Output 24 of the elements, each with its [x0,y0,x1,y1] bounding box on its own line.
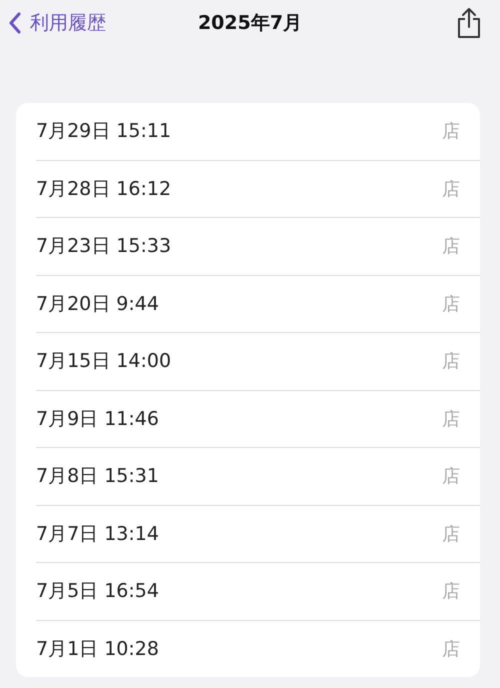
date-time: 7月1日 10:28 [36,636,159,662]
store-name: 店 [442,350,460,374]
date-time: 7月15日 14:00 [36,349,172,374]
back-button[interactable]: 利用履歴 [8,10,106,36]
date-time: 7月9日 11:46 [36,406,159,432]
store-name: 店 [442,292,460,316]
store-name: 店 [442,580,460,604]
date-time: 7月29日 15:11 [36,119,172,144]
store-name: 店 [442,408,460,431]
store-name: 店 [442,235,460,258]
chevron-left-icon [8,12,22,34]
store-name: 店 [442,465,460,488]
store-name: 店 [442,638,460,661]
date-time: 7月20日 9:44 [36,292,159,317]
date-time: 7月23日 15:33 [36,234,172,260]
date-time: 7月28日 16:12 [36,176,172,202]
store-name: 店 [442,120,460,144]
date-time: 7月8日 15:31 [36,464,159,490]
date-time: 7月7日 13:14 [36,522,159,547]
date-time: 7月5日 16:54 [36,579,159,604]
share-icon[interactable] [456,6,482,38]
store-name: 店 [442,178,460,201]
store-name: 店 [442,522,460,546]
window-title: 2025年7月 [198,10,302,36]
